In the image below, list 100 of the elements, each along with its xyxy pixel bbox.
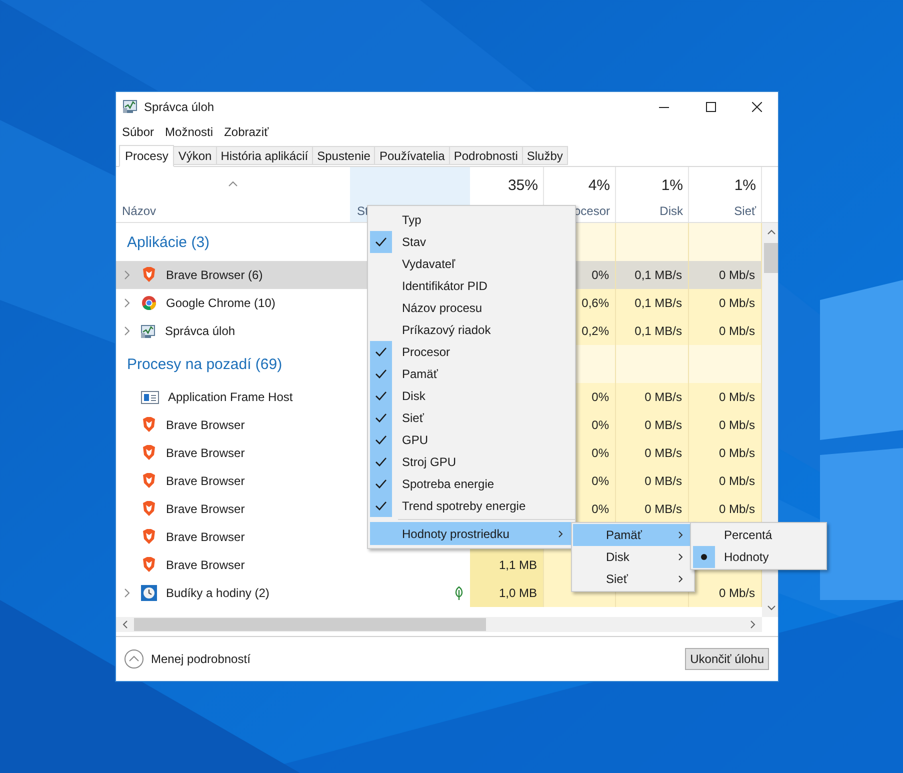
check-icon	[370, 231, 392, 253]
process-name: Brave Browser	[166, 501, 245, 518]
menu-item[interactable]: Trend spotreby energie	[368, 495, 575, 517]
process-name: Brave Browser	[166, 445, 245, 462]
process-name: Správca úloh	[165, 323, 236, 340]
name-cell[interactable]: Application Frame Host	[116, 383, 350, 411]
tab[interactable]: Podrobnosti	[450, 146, 523, 165]
column-total: 35%	[508, 176, 538, 196]
table-cell: 0 Mb/s	[689, 261, 762, 289]
sort-caret-icon	[228, 181, 238, 187]
process-name: Brave Browser	[166, 529, 245, 546]
expand-chevron-icon	[124, 588, 131, 598]
tab[interactable]: Používatelia	[375, 146, 450, 165]
group-heading: Aplikácie (3)	[127, 233, 210, 254]
process-name: Application Frame Host	[168, 389, 293, 406]
table-cell: 0 Mb/s	[689, 467, 762, 495]
scroll-up-icon	[766, 229, 776, 235]
name-cell[interactable]: Brave Browser	[116, 551, 350, 579]
expand-chevron-icon	[124, 298, 131, 308]
name-cell[interactable]: Brave Browser	[116, 439, 350, 467]
submenu-item[interactable]: Disk	[573, 546, 693, 568]
column-header[interactable]: 1% Sieť	[689, 167, 762, 222]
maximize-icon	[706, 102, 716, 112]
name-cell[interactable]: Brave Browser	[116, 523, 350, 551]
table-cell: 0 Mb/s	[689, 383, 762, 411]
menu-item[interactable]: Percentá	[691, 524, 826, 546]
column-header[interactable]: Názov	[116, 167, 350, 222]
scroll-right-icon	[750, 620, 756, 629]
scroll-thumb[interactable]	[134, 618, 486, 631]
expand-chevron-icon	[124, 270, 131, 280]
table-cell: 0,1 MB/s	[616, 289, 689, 317]
lion-shield-icon	[141, 501, 157, 517]
column-total: 1%	[734, 176, 756, 196]
table-cell: 0 MB/s	[616, 411, 689, 439]
name-cell[interactable]: Google Chrome (10)	[116, 289, 350, 317]
check-icon	[370, 495, 392, 517]
menu-item[interactable]: Stav	[368, 231, 575, 253]
scroll-thumb[interactable]	[764, 243, 778, 273]
table-cell: 1,0 MB	[470, 579, 544, 607]
column-label[interactable]: Sieť	[734, 202, 756, 220]
submenu-item[interactable]: Pamäť	[573, 524, 693, 546]
table-cell: 0,1 MB/s	[616, 317, 689, 345]
horizontal-scrollbar[interactable]	[116, 617, 762, 632]
lion-shield-icon	[141, 417, 157, 433]
submenu-item[interactable]: Hodnoty prostriedku	[370, 522, 573, 545]
chevron-right-icon	[678, 575, 683, 583]
table-cell: 0 Mb/s	[689, 579, 762, 607]
name-cell[interactable]: Brave Browser	[116, 467, 350, 495]
tab[interactable]: Služby	[522, 146, 568, 165]
table-cell: 0 Mb/s	[689, 289, 762, 317]
table-cell: 0 MB/s	[616, 383, 689, 411]
menu-item[interactable]: Hodnoty	[691, 546, 826, 568]
menu-item[interactable]: Možnosti	[165, 123, 214, 141]
lion-shield-icon	[141, 473, 157, 489]
chevron-right-icon	[678, 553, 683, 561]
table-cell: 0,1 MB/s	[616, 261, 689, 289]
scroll-down-icon	[766, 605, 776, 611]
lion-shield-icon	[141, 445, 157, 461]
expand-chevron-icon	[124, 326, 131, 336]
column-label[interactable]: Disk	[660, 202, 683, 220]
process-name: Brave Browser (6)	[166, 267, 263, 284]
process-name: Google Chrome (10)	[166, 295, 276, 312]
fewer-details-link[interactable]: Menej podrobností	[151, 650, 250, 668]
table-cell: 1,1 MB	[470, 551, 544, 579]
radio-bullet-icon	[693, 546, 715, 568]
collapse-up-icon	[124, 649, 144, 669]
table-cell: 0 MB/s	[616, 495, 689, 523]
clock-icon	[141, 585, 157, 601]
menu-item[interactable]: Pamäť	[368, 363, 575, 385]
tab[interactable]: História aplikácií	[216, 146, 314, 165]
window-icon	[141, 389, 159, 405]
name-cell[interactable]: Brave Browser	[116, 495, 350, 523]
column-label[interactable]: Názov	[122, 202, 156, 220]
monitor-icon	[123, 99, 138, 114]
table-cell: 0 Mb/s	[689, 411, 762, 439]
close-icon	[752, 102, 762, 112]
menu-item[interactable]: Súbor	[122, 123, 154, 141]
table-cell: 0 MB/s	[616, 467, 689, 495]
name-cell[interactable]: Brave Browser (6)	[116, 261, 350, 289]
chevron-right-icon	[678, 531, 683, 539]
process-name: Brave Browser	[166, 417, 245, 434]
chevron-right-icon	[558, 530, 563, 538]
process-name: Budíky a hodiny (2)	[166, 585, 270, 602]
lion-shield-icon	[141, 267, 157, 283]
tab[interactable]: Spustenie	[313, 146, 376, 165]
process-name: Brave Browser	[166, 473, 245, 490]
tab[interactable]: Výkon	[174, 146, 217, 165]
lion-shield-icon	[141, 557, 157, 573]
column-header[interactable]: 1% Disk	[616, 167, 689, 222]
window-title: Správca úloh	[144, 98, 214, 116]
table-cell: 0 Mb/s	[689, 317, 762, 345]
end-task-button[interactable]: Ukončiť úlohu	[685, 648, 769, 670]
name-cell[interactable]: Brave Browser	[116, 411, 350, 439]
table-cell: 0 MB/s	[616, 439, 689, 467]
monitor-icon	[141, 324, 156, 338]
name-cell[interactable]: Budíky a hodiny (2)	[116, 579, 350, 607]
process-name: Brave Browser	[166, 557, 245, 574]
menu-item[interactable]: Zobraziť	[224, 123, 269, 141]
tab[interactable]: Procesy	[119, 145, 174, 167]
name-cell[interactable]: Správca úloh	[116, 317, 350, 345]
